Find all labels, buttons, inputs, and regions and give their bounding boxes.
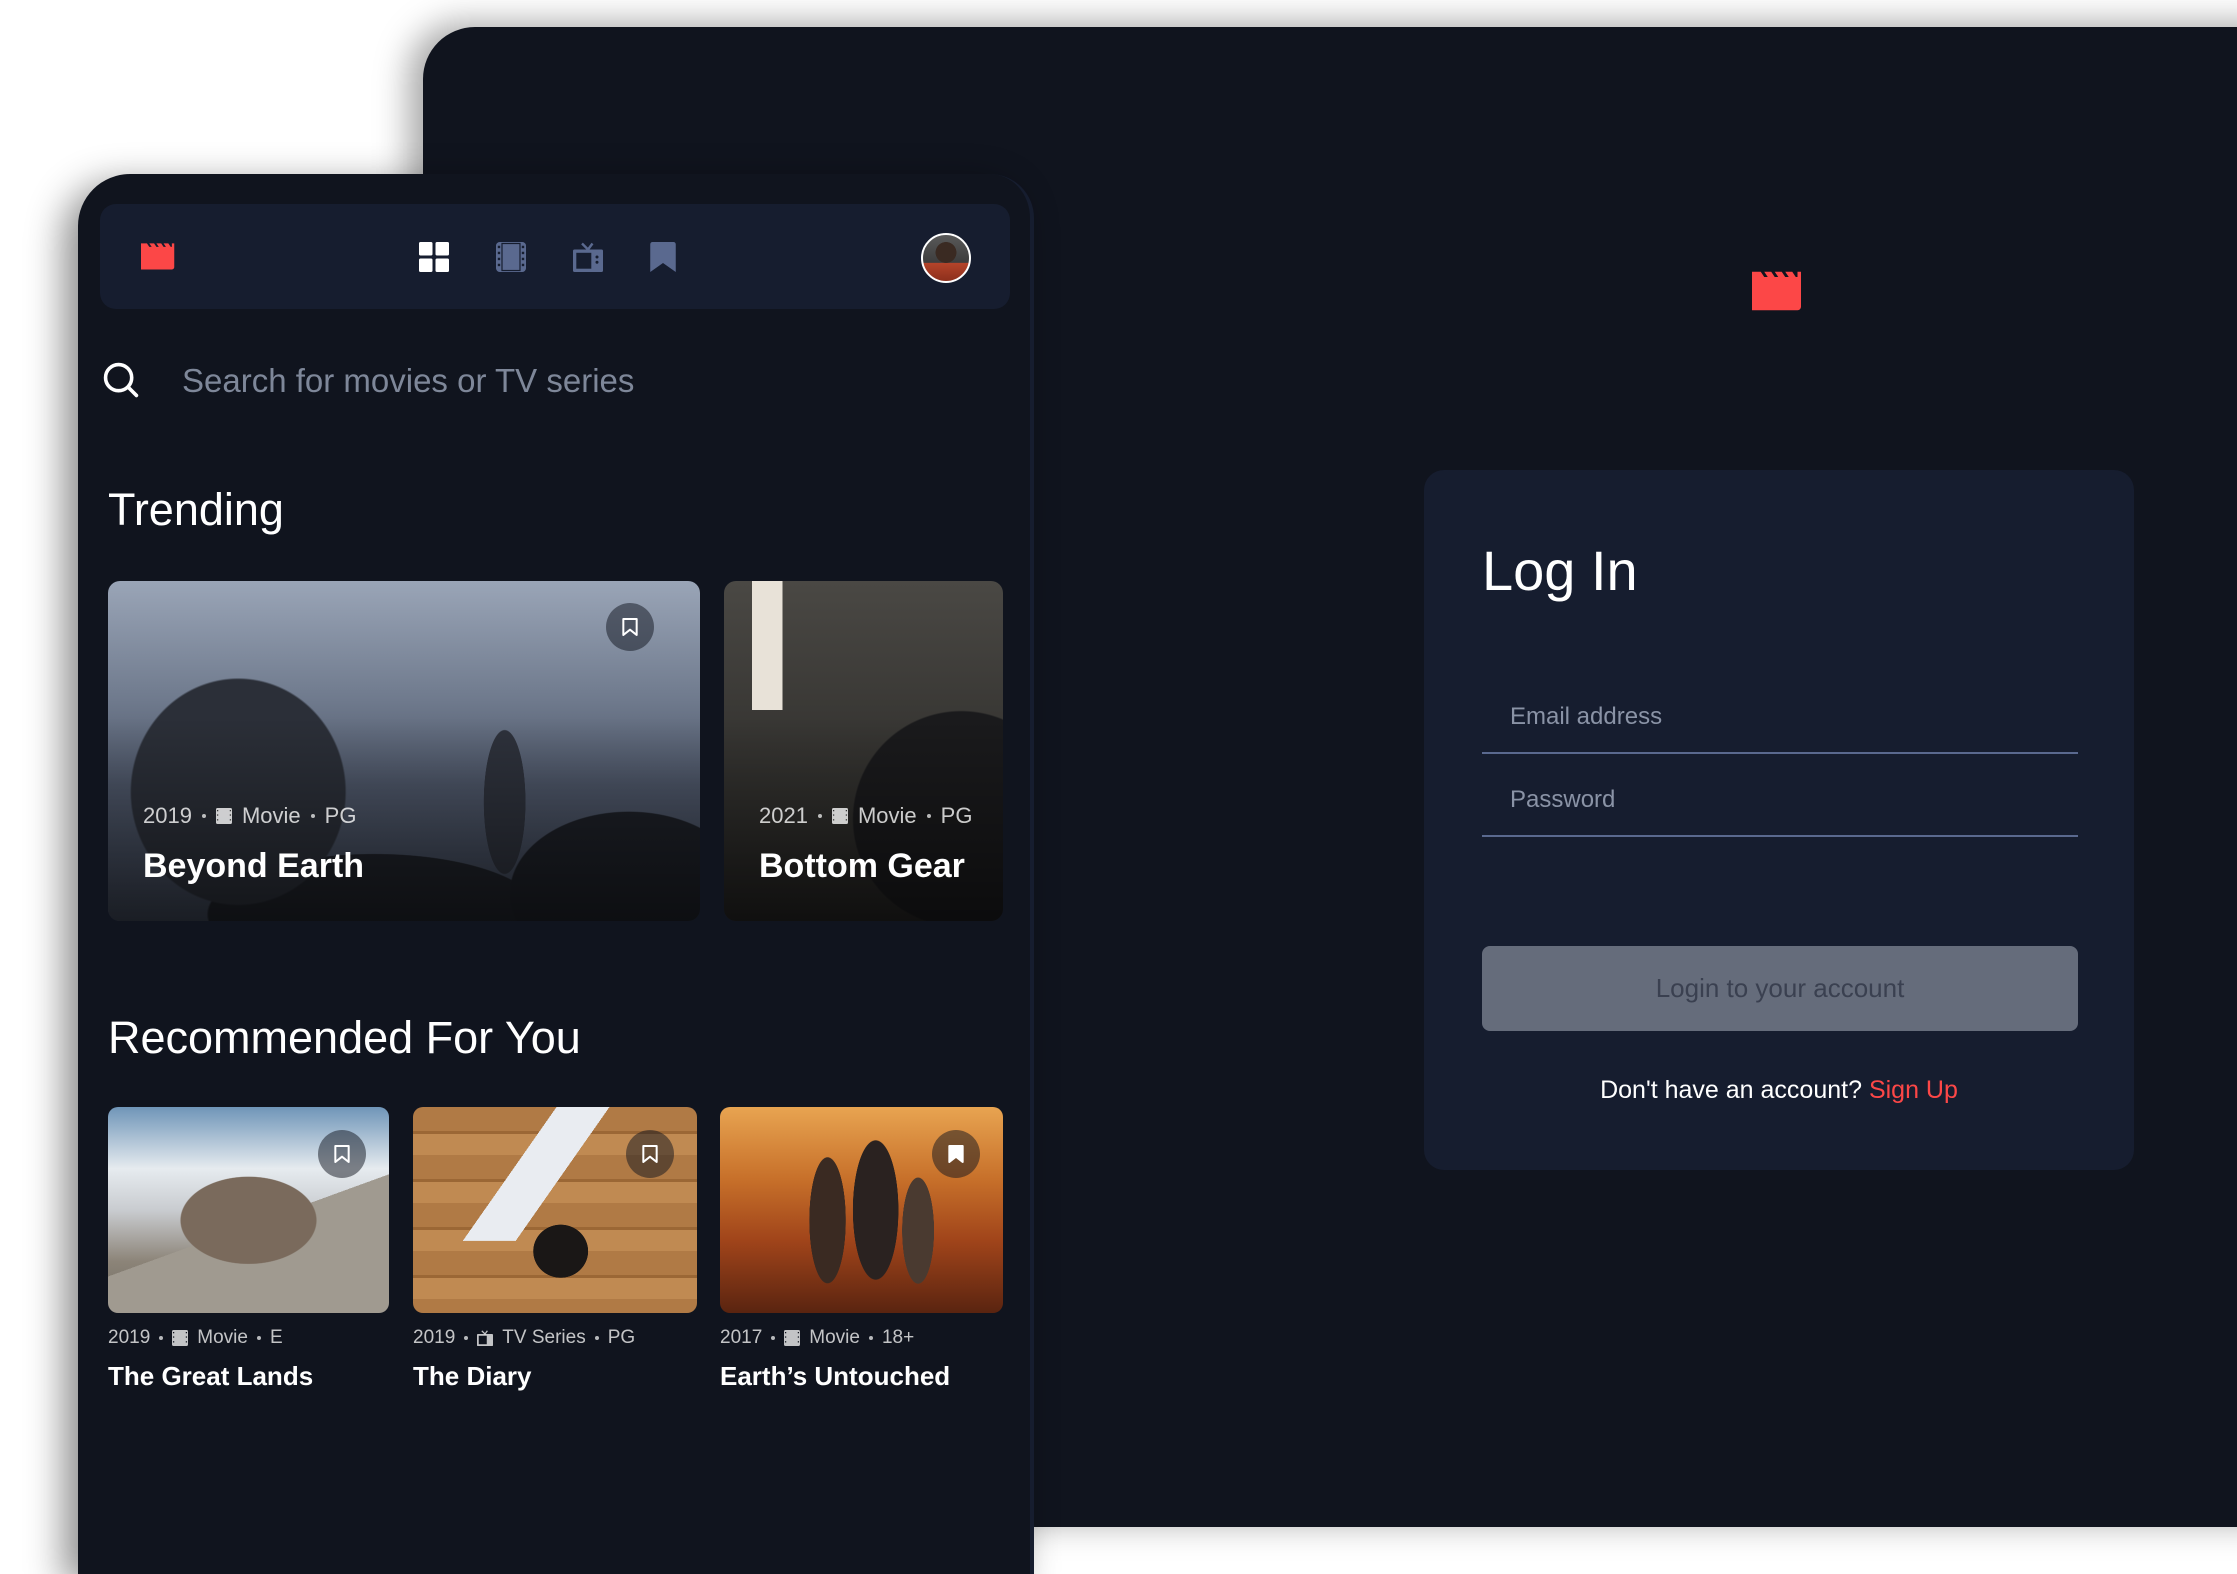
trending-card[interactable]: 2019 Movie PG Beyond Earth (108, 581, 700, 921)
nav-home-grid-icon[interactable] (419, 242, 449, 272)
user-avatar[interactable] (921, 233, 971, 283)
separator-dot (817, 814, 822, 818)
password-input[interactable] (1482, 765, 2078, 835)
separator-dot (594, 1336, 599, 1340)
bookmark-filled-icon (948, 1145, 964, 1163)
recommended-card[interactable]: 2019 TV Series PG The Diary (413, 1107, 697, 1392)
card-category: Movie (241, 803, 301, 828)
separator-dot (159, 1336, 164, 1340)
film-icon (215, 808, 232, 824)
search-icon (103, 362, 139, 398)
card-meta: 2019 TV Series PG (413, 1327, 697, 1349)
separator-dot (256, 1336, 261, 1340)
separator-dot (926, 814, 931, 818)
email-field-wrapper (1482, 682, 2078, 754)
separator-dot (310, 814, 315, 818)
card-thumbnail[interactable] (720, 1107, 1003, 1313)
card-meta: 2019 Movie PG (143, 803, 356, 829)
bookmark-button[interactable] (318, 1130, 366, 1178)
card-category: Movie (857, 803, 917, 828)
signup-prompt: Don't have an account? Sign Up (1424, 1076, 2134, 1105)
film-icon (784, 1330, 801, 1346)
bookmark-empty-icon (642, 1145, 658, 1163)
login-form-card: Log In Login to your account Don't have … (1424, 470, 2134, 1170)
login-title: Log In (1482, 539, 1638, 602)
bookmark-empty-icon (622, 618, 638, 636)
separator-dot (464, 1336, 469, 1340)
film-icon (831, 808, 848, 824)
bookmark-button[interactable] (606, 603, 654, 651)
card-thumbnail[interactable] (108, 1107, 389, 1313)
card-title: The Great Lands (108, 1361, 314, 1391)
card-thumbnail[interactable] (413, 1107, 697, 1313)
card-title: The Diary (413, 1361, 532, 1391)
card-year: 2021 (759, 803, 808, 828)
card-rating: E (269, 1327, 283, 1348)
card-category: Movie (809, 1327, 860, 1348)
search-bar (100, 350, 1000, 412)
home-page-panel: Trending 2019 Movie PG Beyond Earth 2021 (78, 174, 1034, 1574)
card-rating: PG (940, 803, 973, 828)
trending-card[interactable]: 2021 Movie PG Bottom Gear (724, 581, 1003, 921)
nav-tv-series-icon[interactable] (573, 242, 603, 272)
recommended-card[interactable]: 2019 Movie E The Great Lands (108, 1107, 389, 1392)
card-year: 2019 (143, 803, 192, 828)
tv-icon (477, 1330, 494, 1346)
nav-bookmarks-icon[interactable] (650, 242, 676, 272)
nav-movies-film-icon[interactable] (496, 242, 526, 272)
card-year: 2019 (413, 1327, 456, 1348)
separator-dot (868, 1336, 873, 1340)
clapperboard-logo-icon (1752, 271, 1801, 311)
no-account-text: Don't have an account? (1600, 1076, 1862, 1104)
card-year: 2019 (108, 1327, 151, 1348)
separator-dot (771, 1336, 776, 1340)
card-meta: 2019 Movie E (108, 1327, 389, 1349)
separator-dot (201, 814, 206, 818)
search-input[interactable] (180, 350, 984, 412)
card-meta: 2021 Movie PG (759, 803, 972, 829)
recommended-heading: Recommended For You (108, 1012, 581, 1063)
card-meta: 2017 Movie 18+ (720, 1327, 1003, 1349)
bookmark-empty-icon (334, 1145, 350, 1163)
card-title: Beyond Earth (143, 847, 365, 885)
password-field-wrapper (1482, 765, 2078, 837)
card-rating: PG (324, 803, 357, 828)
card-category: TV Series (502, 1327, 586, 1348)
signup-link[interactable]: Sign Up (1869, 1076, 1958, 1104)
trending-heading: Trending (108, 484, 284, 535)
card-category: Movie (197, 1327, 248, 1348)
recommended-card[interactable]: 2017 Movie 18+ Earth’s Untouched (720, 1107, 1003, 1392)
login-submit-button[interactable]: Login to your account (1482, 946, 2078, 1031)
card-rating: PG (607, 1327, 636, 1348)
card-rating: 18+ (881, 1327, 915, 1348)
bookmark-button[interactable] (932, 1130, 980, 1178)
nav-bar (100, 204, 1010, 309)
bookmark-button[interactable] (626, 1130, 674, 1178)
film-icon (172, 1330, 189, 1346)
card-year: 2017 (720, 1327, 763, 1348)
card-title: Earth’s Untouched (720, 1361, 951, 1391)
clapperboard-logo-icon[interactable] (141, 237, 179, 271)
email-input[interactable] (1482, 682, 2078, 752)
card-title: Bottom Gear (759, 847, 965, 885)
